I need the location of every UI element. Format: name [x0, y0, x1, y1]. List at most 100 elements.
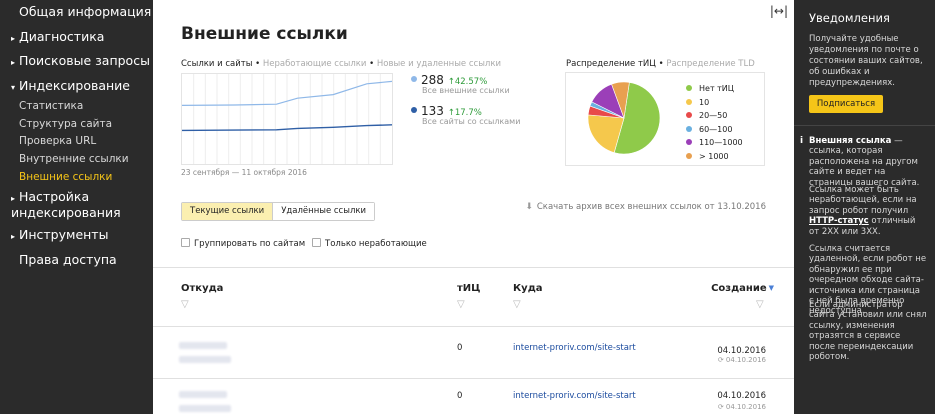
sidebar-item-general[interactable]: Общая информация	[0, 0, 153, 25]
pie-legend-item: 60—100	[686, 123, 743, 137]
sidebar-item-label: Индексирование	[19, 77, 130, 93]
filter-icon[interactable]: ▽	[181, 299, 189, 310]
sidebar-item-tools[interactable]: ▸ Инструменты	[0, 223, 153, 248]
refresh-icon: ⟳	[717, 403, 726, 411]
pie-legend-item: > 1000	[686, 150, 743, 164]
chart-mode-new-removed[interactable]: Новые и удаленные ссылки	[377, 59, 501, 69]
sidebar-item-indexing-settings[interactable]: ▸ Настройка индексирования	[0, 186, 153, 223]
info-term: Внешняя ссылка	[809, 136, 892, 146]
filter-icon[interactable]: ▽	[457, 299, 465, 310]
expand-arrow-icon: ▸	[11, 194, 16, 204]
page-title: Внешние ссылки	[181, 24, 348, 44]
legend-dot	[686, 152, 692, 159]
links-tabs: Текущие ссылки Удалённые ссылки	[181, 202, 376, 221]
line-chart-svg	[182, 74, 392, 164]
tab-deleted-links[interactable]: Удалённые ссылки	[273, 203, 375, 220]
expand-arrow-icon: ▸	[11, 58, 16, 67]
expand-arrow-icon: ▸	[11, 232, 16, 242]
group-by-sites-checkbox[interactable]: Группировать по сайтам	[181, 238, 305, 249]
pie-mode-tld[interactable]: Распределение TLD	[666, 59, 754, 69]
divider	[153, 378, 794, 379]
separator: •	[366, 59, 377, 69]
stat-value: 133	[421, 104, 444, 118]
pie-legend-item: 110—1000	[686, 136, 743, 150]
legend-dot	[686, 125, 692, 132]
links-line-chart	[181, 73, 393, 165]
download-archive-link[interactable]: ⬇ Скачать архив всех внешних ссылок от 13…	[525, 202, 766, 212]
sidebar-item-label: Настройка	[19, 189, 90, 205]
filter-icon[interactable]: ▽	[756, 299, 764, 310]
column-header-to[interactable]: Куда	[513, 283, 543, 294]
sidebar-subitem-url-check[interactable]: Проверка URL	[0, 133, 153, 151]
blurred-source-url[interactable]	[179, 356, 231, 363]
sidebar-item-access-rights[interactable]: Права доступа	[0, 248, 153, 273]
chart-mode-links-and-sites[interactable]: Ссылки и сайты	[181, 59, 252, 69]
sidebar-item-label: Поисковые запросы	[19, 53, 150, 68]
series-dot	[411, 107, 417, 113]
info-paragraph-definition: Внешняя ссылка — ссылка, которая располо…	[809, 136, 927, 188]
refresh-date-text: 04.10.2016	[725, 356, 766, 364]
notifications-title: Уведомления	[809, 11, 890, 25]
stat-caption: Все внешние ссылки	[422, 86, 510, 95]
pie-mode-tic[interactable]: Распределение тИЦ	[566, 59, 656, 69]
sidebar-subitem-site-structure[interactable]: Структура сайта	[0, 116, 153, 134]
pie-legend-item: 20—50	[686, 109, 743, 123]
blurred-source-url[interactable]	[179, 342, 227, 349]
column-header-from[interactable]: Откуда	[181, 283, 223, 294]
cell-refresh-date: ⟳ 04.10.2016	[718, 403, 766, 411]
right-panel: Уведомления Получайте удобные уведомлени…	[794, 0, 935, 414]
stat-all-links: 288 ↑42.57% Все внешние ссылки	[411, 73, 510, 95]
download-label: Скачать архив всех внешних ссылок от 13.…	[536, 202, 766, 212]
http-status-link[interactable]: HTTP-статус	[809, 216, 869, 226]
sidebar-item-label: Общая информация	[19, 4, 152, 19]
sidebar-item-diagnostics[interactable]: ▸ Диагностика	[0, 25, 153, 50]
legend-label: Нет тИЦ	[699, 84, 734, 93]
chart-mode-switcher: Ссылки и сайты • Неработающие ссылки • Н…	[181, 59, 501, 69]
filter-icon[interactable]: ▽	[513, 299, 521, 310]
expand-panel-icon[interactable]: |↔|	[770, 4, 788, 18]
legend-label: 20—50	[699, 111, 728, 120]
chart-mode-broken-links[interactable]: Неработающие ссылки	[263, 59, 367, 69]
checkbox-box[interactable]	[181, 238, 190, 247]
sidebar-item-label: Диагностика	[19, 28, 105, 44]
legend-label: 60—100	[699, 124, 733, 134]
legend-dot	[686, 85, 692, 91]
legend-label: > 1000	[699, 151, 729, 161]
column-header-tic[interactable]: тИЦ	[457, 283, 480, 294]
blurred-source-url[interactable]	[179, 405, 231, 412]
legend-dot	[686, 139, 692, 145]
cell-created-date: 04.10.2016	[717, 391, 766, 401]
checkbox-label: Группировать по сайтам	[194, 239, 306, 249]
pie-legend-item: Нет тИЦ	[686, 82, 743, 96]
blurred-source-url[interactable]	[179, 391, 227, 398]
cell-target-link[interactable]: internet-proriv.com/site-start	[513, 391, 636, 401]
cell-tic: 0	[457, 343, 463, 353]
notifications-text: Получайте удобные уведомления по почте о…	[809, 34, 923, 88]
sidebar-subitem-statistics[interactable]: Статистика	[0, 98, 153, 116]
chart-date-range: 23 сентября — 11 октября 2016	[181, 168, 307, 177]
tab-current-links[interactable]: Текущие ссылки	[182, 203, 274, 220]
column-header-created[interactable]: Создание ▼	[711, 283, 774, 294]
info-text: Ссылка может быть неработающей, если на …	[809, 185, 917, 216]
stat-caption: Все сайты со ссылками	[422, 117, 521, 126]
left-sidebar: Общая информация ▸ Диагностика ▸ Поисковые…	[0, 0, 153, 414]
collapse-arrow-icon: ▾	[11, 82, 16, 92]
refresh-icon: ⟳	[717, 356, 726, 364]
pie-mode-switcher: Распределение тИЦ • Распределение TLD	[566, 59, 755, 69]
cell-created-date: 04.10.2016	[717, 346, 766, 356]
sidebar-item-search-queries[interactable]: ▸ Поисковые запросы	[0, 49, 153, 74]
sidebar-subitem-external-links[interactable]: Внешние ссылки	[0, 169, 153, 187]
separator: •	[252, 59, 263, 69]
pie-legend: Нет тИЦ 10 20—50 60—100 110—1000 > 1000	[686, 82, 743, 163]
stat-value: 288	[421, 73, 444, 87]
cell-tic: 0	[457, 391, 463, 401]
only-broken-checkbox[interactable]: Только неработающие	[312, 238, 427, 249]
subscribe-button[interactable]: Подписаться	[809, 95, 883, 113]
checkbox-box[interactable]	[312, 238, 321, 247]
column-header-label: Создание	[711, 283, 767, 294]
cell-target-link[interactable]: internet-proriv.com/site-start	[513, 343, 636, 353]
sidebar-item-indexing[interactable]: ▾ Индексирование	[0, 74, 153, 99]
sidebar-subitem-internal-links[interactable]: Внутренние ссылки	[0, 151, 153, 169]
checkbox-label: Только неработающие	[325, 239, 427, 249]
series-dot	[411, 76, 417, 82]
